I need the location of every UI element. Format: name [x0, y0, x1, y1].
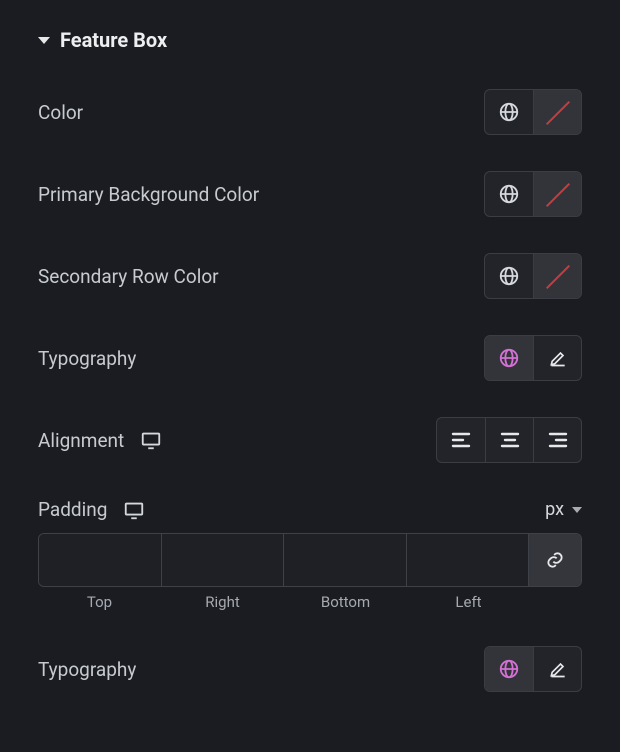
- padding-bottom-cell: [284, 534, 407, 586]
- padding-unit-value: px: [545, 499, 564, 520]
- secondary-row-global-button[interactable]: [485, 254, 533, 298]
- padding-bottom-input[interactable]: [284, 534, 406, 586]
- secondary-row-controls: [484, 253, 582, 299]
- typography-2-label: Typography: [38, 658, 136, 681]
- link-icon: [545, 550, 565, 570]
- typography-1-edit-button[interactable]: [533, 336, 581, 380]
- padding-right-input[interactable]: [162, 534, 284, 586]
- row-primary-bg: Primary Background Color: [38, 170, 582, 218]
- globe-icon: [498, 658, 520, 680]
- typography-1-controls: [484, 335, 582, 381]
- padding-label: Padding: [38, 498, 107, 521]
- alignment-controls: [436, 417, 582, 463]
- primary-bg-swatch-button[interactable]: [533, 172, 581, 216]
- globe-icon: [498, 101, 520, 123]
- padding-left-label: Left: [407, 593, 530, 611]
- spacer: [530, 593, 582, 611]
- padding-inputs: [38, 533, 582, 587]
- align-center-button[interactable]: [485, 418, 533, 462]
- row-secondary-row: Secondary Row Color: [38, 252, 582, 300]
- row-typography-2: Typography: [38, 645, 582, 693]
- typography-2-global-button[interactable]: [485, 647, 533, 691]
- primary-bg-label: Primary Background Color: [38, 183, 259, 206]
- primary-bg-global-button[interactable]: [485, 172, 533, 216]
- chevron-down-icon: [572, 507, 582, 513]
- no-color-swatch-icon: [544, 180, 572, 208]
- pencil-icon: [548, 348, 568, 368]
- align-left-button[interactable]: [437, 418, 485, 462]
- color-label: Color: [38, 101, 83, 124]
- row-alignment: Alignment: [38, 416, 582, 464]
- align-right-button[interactable]: [533, 418, 581, 462]
- globe-icon: [498, 265, 520, 287]
- globe-icon: [498, 347, 520, 369]
- primary-bg-controls: [484, 171, 582, 217]
- pencil-icon: [548, 659, 568, 679]
- padding-right-label: Right: [161, 593, 284, 611]
- secondary-row-swatch-button[interactable]: [533, 254, 581, 298]
- typography-1-label: Typography: [38, 347, 136, 370]
- padding-labels: Top Right Bottom Left: [38, 593, 582, 611]
- no-color-swatch-icon: [544, 262, 572, 290]
- section-header[interactable]: Feature Box: [38, 28, 582, 52]
- color-controls: [484, 89, 582, 135]
- device-icon[interactable]: [123, 500, 145, 520]
- color-swatch-button[interactable]: [533, 90, 581, 134]
- padding-left-input[interactable]: [407, 534, 529, 586]
- padding-top-cell: [39, 534, 162, 586]
- padding-bottom-label: Bottom: [284, 593, 407, 611]
- align-left-icon: [451, 431, 471, 449]
- padding-top-input[interactable]: [39, 534, 161, 586]
- secondary-row-label: Secondary Row Color: [38, 265, 219, 288]
- row-typography-1: Typography: [38, 334, 582, 382]
- typography-2-edit-button[interactable]: [533, 647, 581, 691]
- alignment-label: Alignment: [38, 429, 124, 452]
- padding-left-cell: [407, 534, 530, 586]
- typography-1-global-button[interactable]: [485, 336, 533, 380]
- device-icon[interactable]: [140, 430, 162, 450]
- padding-right-cell: [162, 534, 285, 586]
- color-global-button[interactable]: [485, 90, 533, 134]
- globe-icon: [498, 183, 520, 205]
- no-color-swatch-icon: [544, 98, 572, 126]
- caret-down-icon: [38, 37, 50, 44]
- padding-link-toggle[interactable]: [529, 534, 581, 586]
- align-right-icon: [548, 431, 568, 449]
- section-title: Feature Box: [60, 28, 167, 52]
- align-center-icon: [500, 431, 520, 449]
- row-color: Color: [38, 88, 582, 136]
- row-padding-header: Padding px: [38, 498, 582, 521]
- padding-unit-select[interactable]: px: [545, 499, 582, 520]
- typography-2-controls: [484, 646, 582, 692]
- padding-top-label: Top: [38, 593, 161, 611]
